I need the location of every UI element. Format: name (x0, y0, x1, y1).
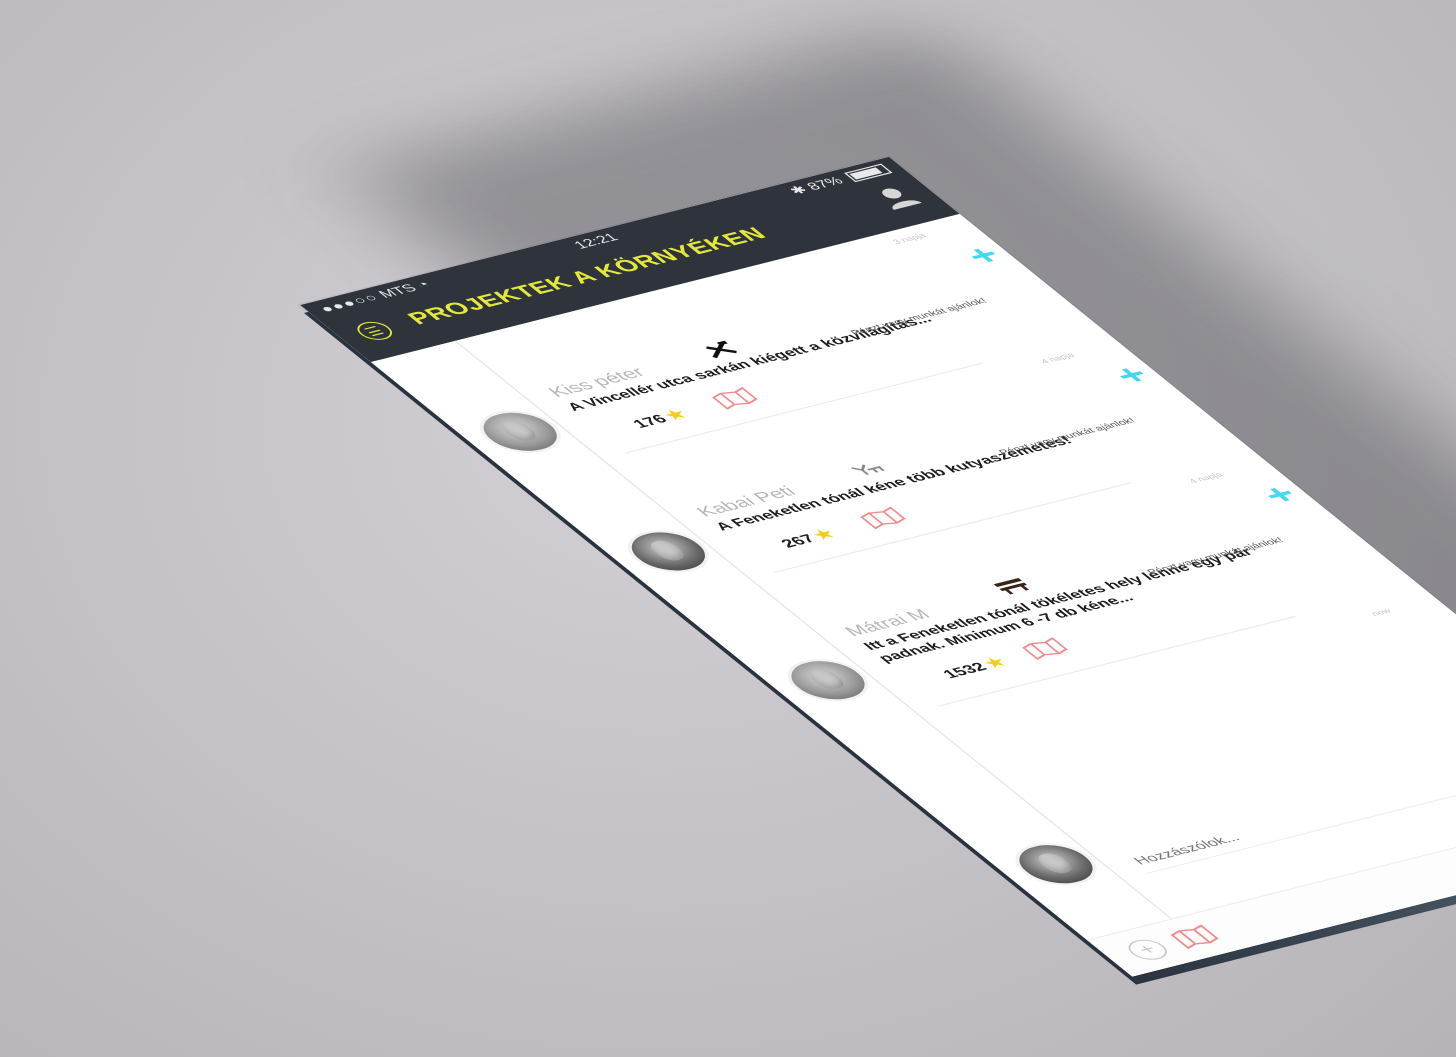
scene: ●●●○○ MTS ◔ 12:21 ✱ 87% PROJEKTEK A KÖRN… (0, 0, 1456, 1057)
dog-icon (851, 464, 885, 475)
offer-link[interactable]: Pénzt vagy munkát ajánlok! (998, 417, 1139, 457)
menu-button[interactable] (350, 319, 399, 343)
current-user-avatar (999, 836, 1113, 892)
avatar[interactable] (611, 523, 725, 579)
clock: 12:21 (571, 231, 623, 252)
post-time: 4 napja (1188, 472, 1226, 486)
post-time: 3 napja (891, 232, 930, 247)
battery-percent: 87% (803, 175, 848, 194)
phone-screen: ●●●○○ MTS ◔ 12:21 ✱ 87% PROJEKTEK A KÖRN… (300, 156, 1456, 977)
star-count: 1532★ (937, 654, 1011, 681)
map-icon[interactable] (1019, 637, 1071, 660)
map-icon[interactable] (709, 386, 761, 410)
battery-icon (844, 163, 893, 183)
avatar[interactable] (771, 652, 885, 708)
comment-input[interactable] (1121, 753, 1456, 874)
post-item[interactable]: 4 napja Mátrai M Itt a Feneketlen tónál … (676, 460, 1308, 708)
post-time: 4 napja (1039, 352, 1078, 366)
post-item[interactable]: 4 napja Kabai Peti A Feneketlen tónál ké… (528, 341, 1160, 579)
tools-icon (706, 340, 737, 359)
offer-link[interactable]: Pénzt vagy munkát ajánlok! (849, 298, 990, 338)
carrier-name: MTS (375, 282, 422, 301)
signal-icon: ●●●○○ (316, 291, 385, 316)
star-count: 176★ (627, 406, 692, 431)
map-icon[interactable] (1167, 924, 1222, 950)
star-count: 267★ (775, 526, 840, 551)
post-text[interactable]: Itt a Feneketlen tónál tökéletes hely le… (860, 541, 1293, 666)
avatar[interactable] (463, 404, 577, 460)
add-project-button[interactable]: + (1120, 936, 1175, 963)
bench-icon (993, 577, 1030, 595)
profile-icon[interactable] (867, 183, 926, 212)
comment-time: now (1370, 608, 1395, 619)
map-icon[interactable] (857, 506, 909, 530)
